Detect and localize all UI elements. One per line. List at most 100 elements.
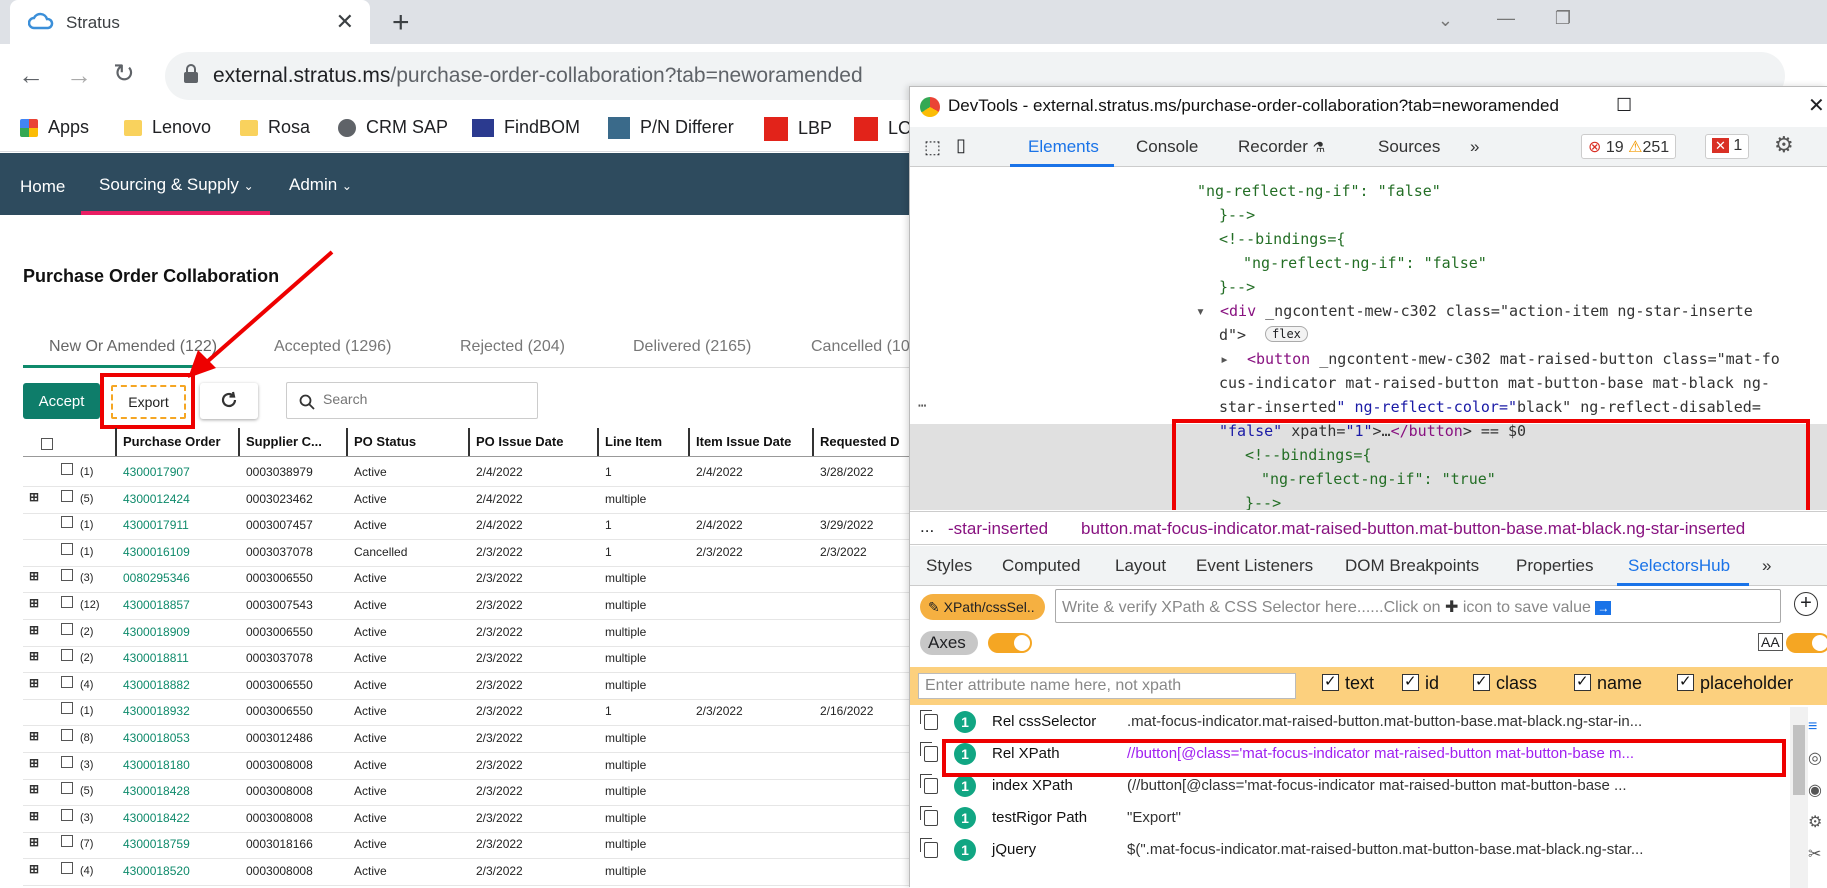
po-link[interactable]: 4300012424 — [123, 492, 190, 506]
table-row[interactable]: ⊞ (2) 4300018811 0003037078 Active 2/3/2022 mu… — [23, 646, 911, 672]
bookmark-rosa[interactable]: Rosa — [240, 117, 310, 138]
xpath-css-selector-button[interactable]: ✎ XPath/cssSel.. — [920, 594, 1045, 620]
scrollbar-thumb[interactable] — [1793, 725, 1805, 795]
row-checkbox[interactable] — [61, 729, 73, 741]
theme-toggle[interactable] — [1786, 633, 1827, 653]
po-link[interactable]: 4300018882 — [123, 678, 190, 692]
expand-icon[interactable]: ⊞ — [29, 596, 39, 610]
table-row[interactable]: ⊞ (7) 4300018759 0003018166 Active 2/3/2022 mu… — [23, 832, 911, 858]
table-row[interactable]: ⊞ (3) 4300018180 0003008008 Active 2/3/2022 mu… — [23, 753, 911, 779]
selector-result-row[interactable]: 1 testRigor Path "Export" — [910, 803, 1790, 835]
checkbox-text[interactable]: text — [1322, 672, 1374, 694]
code-line[interactable]: "ng-reflect-ng-if": "true" — [1261, 470, 1496, 488]
po-link[interactable]: 4300018422 — [123, 811, 190, 825]
device-toolbar-icon[interactable]: ▯ — [956, 135, 966, 156]
code-line[interactable]: <button _ngcontent-mew-c302 mat-raised-b… — [1247, 350, 1780, 368]
breadcrumb-item[interactable]: -star-inserted — [948, 519, 1048, 539]
row-checkbox[interactable] — [61, 542, 73, 555]
select-all-checkbox[interactable] — [41, 438, 53, 450]
browser-tab[interactable]: Stratus ✕ — [10, 0, 370, 44]
breadcrumb-item-selected[interactable]: button.mat-focus-indicator.mat-raised-bu… — [1081, 519, 1745, 539]
row-checkbox[interactable] — [61, 569, 73, 582]
attribute-name-input[interactable]: Enter attribute name here, not xpath — [918, 673, 1296, 699]
new-tab-icon[interactable]: + — [392, 6, 410, 40]
search-box[interactable] — [286, 382, 538, 419]
maximize-icon[interactable]: ☐ — [1616, 95, 1632, 116]
column-header[interactable]: Item Issue Date — [688, 428, 791, 456]
export-button[interactable]: Export — [111, 385, 186, 419]
column-header[interactable]: Requested D — [812, 428, 899, 456]
xpath-input[interactable]: Write & verify XPath & CSS Selector here… — [1055, 589, 1781, 623]
row-checkbox[interactable] — [61, 808, 73, 821]
row-checkbox[interactable] — [61, 649, 73, 662]
devtools-tab-elements[interactable]: Elements — [1028, 137, 1099, 157]
po-link[interactable]: 4300018520 — [123, 864, 190, 878]
code-line[interactable]: <div _ngcontent-mew-c302 class="action-i… — [1220, 302, 1753, 320]
code-line[interactable]: "false" xpath="1">…</button> == $0 — [1219, 422, 1526, 440]
panel-tab-dom-breakpoints[interactable]: DOM Breakpoints — [1345, 556, 1479, 576]
po-link[interactable]: 4300018811 — [123, 651, 189, 665]
table-row[interactable]: ⊞ (3) 4300018422 0003008008 Active 2/3/2022 mu… — [23, 806, 911, 832]
checkbox-class[interactable]: class — [1473, 672, 1537, 694]
nav-home[interactable]: Home — [20, 177, 65, 197]
code-line[interactable]: <!--bindings={ — [1219, 230, 1345, 248]
breadcrumb-more[interactable]: ... — [920, 517, 934, 537]
po-link[interactable]: 4300018759 — [123, 837, 190, 851]
camera-icon[interactable]: ◎ — [1808, 750, 1822, 767]
bookmark-pn-differer[interactable]: P/N Differer — [608, 117, 734, 140]
search-input[interactable] — [323, 391, 523, 407]
table-row[interactable]: ⊞ (4) 4300018520 0003008008 Active 2/3/2022 mu… — [23, 859, 911, 885]
row-checkbox[interactable] — [61, 489, 73, 502]
po-link[interactable]: 4300018857 — [123, 598, 190, 612]
table-row[interactable]: ⊞ (12) 4300018857 0003007543 Active 2/3/2022 m… — [23, 593, 911, 619]
code-line[interactable]: }--> — [1219, 206, 1255, 224]
bookmark-findbom[interactable]: FindBOM — [472, 117, 580, 138]
circle-icon[interactable]: ◉ — [1808, 782, 1822, 799]
selector-value[interactable]: (//button[@class='mat-focus-indicator ma… — [1127, 777, 1787, 794]
table-row[interactable]: (1) 4300017911 0003007457 Active 2/4/2022 1 2/… — [23, 513, 911, 539]
expand-icon[interactable]: ⊞ — [29, 490, 39, 504]
po-link[interactable]: 4300018180 — [123, 758, 190, 772]
row-checkbox[interactable] — [61, 675, 73, 688]
selector-result-row[interactable]: 1 Rel cssSelector .mat-focus-indicator.mat… — [910, 707, 1790, 739]
forward-icon[interactable]: → — [66, 60, 92, 91]
close-tab-icon[interactable]: ✕ — [336, 9, 354, 35]
selector-value[interactable]: .mat-focus-indicator.mat-raised-button.m… — [1127, 713, 1787, 730]
bookmark-apps[interactable]: Apps — [20, 117, 89, 138]
selector-result-row[interactable]: 1 jQuery $(".mat-focus-indicator.mat-raise… — [910, 835, 1790, 867]
expand-icon[interactable]: ⊞ — [29, 756, 39, 770]
table-row[interactable]: ⊞ (4) 4300018882 0003006550 Active 2/3/2022 mu… — [23, 673, 911, 699]
column-header[interactable]: PO Status — [346, 428, 416, 456]
selector-value[interactable]: $(".mat-focus-indicator.mat-raised-butto… — [1127, 841, 1787, 858]
panel-tab-layout[interactable]: Layout — [1115, 556, 1166, 576]
minimize-icon[interactable]: — — [1497, 8, 1515, 29]
bookmark-crm-sap[interactable]: CRM SAP — [338, 117, 448, 138]
nav-sourcing-supply[interactable]: Sourcing & Supply ⌄ — [99, 175, 254, 195]
panel-tab-styles[interactable]: Styles — [926, 556, 972, 576]
accept-button[interactable]: Accept — [23, 383, 100, 419]
po-link[interactable]: 4300017907 — [123, 465, 190, 479]
copy-icon[interactable] — [920, 774, 938, 794]
devtools-tab-console[interactable]: Console — [1136, 137, 1198, 157]
copy-icon[interactable] — [920, 710, 938, 730]
copy-icon[interactable] — [920, 838, 938, 858]
copy-icon[interactable] — [920, 742, 938, 762]
table-row[interactable]: ⊞ (2) 4300018909 0003006550 Active 2/3/2022 mu… — [23, 620, 911, 646]
code-line[interactable]: cus-indicator mat-raised-button mat-butt… — [1219, 374, 1770, 392]
table-row[interactable]: (1) 4300017907 0003038979 Active 2/4/2022 1 2/… — [23, 460, 911, 486]
po-link[interactable]: 4300018053 — [123, 731, 190, 745]
inspect-element-icon[interactable]: ⬚ — [924, 137, 941, 158]
side-tools-icons[interactable]: ≡ ◎ ◉ ⚙ ✂ — [1808, 711, 1822, 871]
panel-tab-properties[interactable]: Properties — [1516, 556, 1593, 576]
bookmark-lc[interactable]: LC — [854, 117, 911, 141]
copy-icon[interactable] — [920, 806, 938, 826]
row-checkbox[interactable] — [61, 835, 73, 848]
more-panel-tabs-icon[interactable]: » — [1762, 556, 1771, 576]
expand-icon[interactable]: ⊞ — [29, 569, 39, 583]
axes-toggle[interactable] — [988, 633, 1032, 653]
code-line[interactable]: "ng-reflect-ng-if": "false" — [1243, 254, 1487, 272]
expand-triangle-icon[interactable]: ▸ — [1220, 350, 1229, 368]
checkbox-placeholder[interactable]: placeholder — [1677, 672, 1793, 694]
flex-badge[interactable]: flex — [1265, 326, 1308, 342]
row-checkbox[interactable] — [61, 622, 73, 635]
